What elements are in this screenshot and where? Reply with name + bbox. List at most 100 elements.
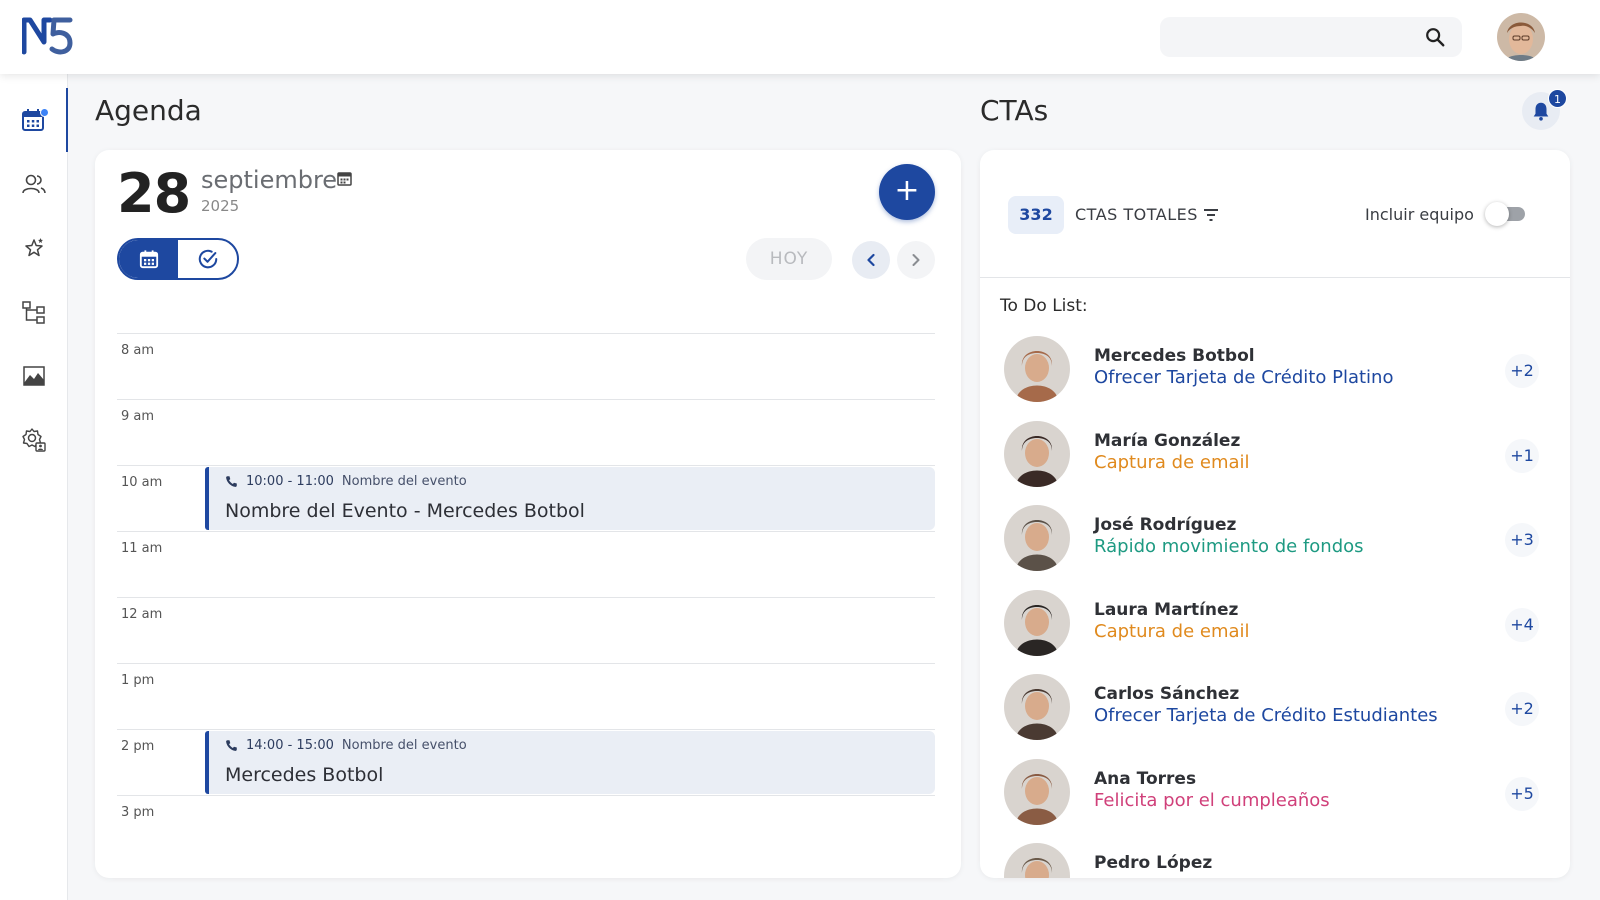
cta-count[interactable]: +2 (1505, 692, 1539, 726)
contact-name: María González (1094, 430, 1241, 451)
time-slot[interactable]: 11 am (117, 531, 935, 597)
todo-list-item[interactable]: José Rodríguez Rápido movimiento de fondo… (980, 505, 1570, 590)
notifications-button[interactable]: 1 (1522, 89, 1567, 130)
calendar-small-icon[interactable] (337, 170, 352, 186)
cta-action: Captura de email (1094, 620, 1250, 642)
cta-action: Ofrecer Tarjeta de Crédito Estudiantes (1094, 705, 1438, 726)
top-bar (0, 0, 1600, 74)
event-title: Mercedes Botbol (225, 764, 384, 786)
users-icon (22, 174, 46, 194)
todo-list-item[interactable]: Carlos Sánchez Ofrecer Tarjeta de Crédito… (980, 674, 1570, 759)
contact-avatar[interactable] (1004, 420, 1070, 487)
contact-avatar[interactable] (1004, 336, 1070, 402)
time-slot[interactable]: 10 am 10:00 - 11:00 Nombre del evento Nombr… (117, 465, 935, 531)
time-slot[interactable]: 9 am (117, 399, 935, 465)
contact-avatar[interactable] (1004, 505, 1070, 571)
todo-list-item[interactable]: Laura Martínez Captura de email +4 (980, 589, 1570, 675)
sidebar-item-favorites[interactable] (0, 216, 68, 280)
task-view-button[interactable] (178, 240, 237, 278)
phone-icon (226, 740, 237, 751)
time-slot[interactable]: 1 pm (117, 663, 935, 729)
event-title: Nombre del Evento - Mercedes Botbol (225, 500, 585, 522)
event-time: 14:00 - 15:00 (246, 738, 334, 753)
ctas-card: 332 CTAS TOTALES Incluir equipo To Do Li… (980, 150, 1570, 878)
sidebar (0, 74, 68, 900)
agenda-event[interactable]: 10:00 - 11:00 Nombre del evento Nombre del… (205, 467, 935, 530)
ctas-count-badge: 332 (1008, 196, 1064, 234)
contact-name: Mercedes Botbol (1094, 346, 1255, 366)
notification-dot (40, 108, 49, 117)
filter-icon[interactable] (1202, 206, 1220, 224)
chart-area-icon (23, 366, 45, 386)
sidebar-item-settings[interactable] (0, 408, 68, 472)
todo-list-item[interactable]: Pedro López (980, 843, 1570, 878)
cta-count[interactable]: +5 (1505, 776, 1539, 811)
user-avatar[interactable] (1497, 13, 1545, 61)
ctas-total-label: CTAS TOTALES (1075, 205, 1198, 224)
contact-avatar[interactable] (1004, 589, 1070, 656)
contact-name: Ana Torres (1094, 768, 1197, 789)
event-subtitle: Nombre del evento (341, 474, 467, 489)
sidebar-item-calendar[interactable] (0, 88, 68, 152)
todo-list-item[interactable]: Ana Torres Felicita por el cumpleaños +5 (980, 758, 1570, 844)
contact-avatar[interactable] (1004, 843, 1070, 878)
search-input[interactable] (1160, 17, 1462, 57)
time-slot-label: 9 am (121, 409, 155, 424)
time-slot-label: 10 am (121, 475, 163, 490)
time-slot[interactable]: 8 am (117, 333, 935, 399)
toggle-knob (1485, 202, 1509, 226)
next-day-button[interactable] (897, 241, 935, 279)
add-event-button[interactable]: + (879, 164, 935, 220)
time-slot[interactable]: 2 pm 14:00 - 15:00 Nombre del evento Merced… (117, 729, 935, 795)
cta-count[interactable]: +1 (1505, 438, 1539, 473)
hierarchy-icon (22, 301, 45, 324)
settings-user-icon (22, 428, 46, 452)
event-subtitle: Nombre del evento (341, 738, 467, 753)
year-label: 2025 (201, 197, 240, 215)
view-toggle (117, 238, 239, 280)
cta-action: Rápido movimiento de fondos (1094, 536, 1364, 557)
ctas-title: CTAs (980, 94, 1049, 127)
contact-avatar[interactable] (1004, 758, 1070, 825)
ctas-header: 332 CTAS TOTALES Incluir equipo (980, 150, 1570, 278)
n5-logo[interactable] (21, 16, 74, 56)
event-time: 10:00 - 11:00 (246, 474, 334, 489)
contact-name: Carlos Sánchez (1094, 684, 1240, 704)
search-icon[interactable] (1424, 26, 1446, 48)
time-slot[interactable]: 3 pm (117, 795, 935, 861)
today-button[interactable]: HOY (746, 238, 832, 280)
contact-avatar[interactable] (1004, 674, 1070, 740)
time-slot[interactable]: 12 am (117, 597, 935, 663)
agenda-event[interactable]: 14:00 - 15:00 Nombre del evento Mercedes B… (205, 731, 935, 794)
prev-day-button[interactable] (852, 241, 890, 279)
todo-list-item[interactable]: María González Captura de email +1 (980, 420, 1570, 506)
time-slot-label: 8 am (121, 343, 155, 358)
time-slot-label: 2 pm (121, 739, 155, 754)
cta-count[interactable]: +3 (1505, 523, 1539, 557)
time-slot-label: 3 pm (121, 805, 155, 820)
agenda-title: Agenda (95, 94, 202, 127)
sidebar-item-hierarchy[interactable] (0, 280, 68, 344)
month-label: septiembre (201, 166, 338, 194)
time-slot-label: 12 am (121, 607, 163, 622)
stars-icon (25, 238, 43, 257)
event-meta: 10:00 - 11:00 Nombre del evento (225, 474, 467, 489)
include-team-toggle[interactable] (1485, 202, 1527, 226)
cta-action: Felicita por el cumpleaños (1094, 789, 1330, 811)
event-meta: 14:00 - 15:00 Nombre del evento (225, 738, 467, 753)
cta-action: Ofrecer Tarjeta de Crédito Platino (1094, 367, 1394, 388)
agenda-timeline: 8 am 9 am 10 am 10:00 - 11:00 Nombre del eve… (117, 333, 935, 861)
calendar-view-button[interactable] (119, 240, 178, 278)
contact-name: Pedro López (1094, 853, 1213, 873)
calendar-icon (139, 250, 158, 269)
todo-list-title: To Do List: (1000, 296, 1088, 316)
sidebar-item-contacts[interactable] (0, 152, 68, 216)
sidebar-item-reports[interactable] (0, 344, 68, 408)
chevron-left-icon (867, 253, 875, 267)
time-slot-label: 1 pm (121, 673, 155, 688)
cta-count[interactable]: +2 (1505, 354, 1539, 388)
phone-icon (226, 476, 237, 487)
chevron-right-icon (912, 254, 920, 266)
cta-count[interactable]: +4 (1505, 607, 1539, 642)
todo-list-item[interactable]: Mercedes Botbol Ofrecer Tarjeta de Crédit… (980, 336, 1570, 421)
